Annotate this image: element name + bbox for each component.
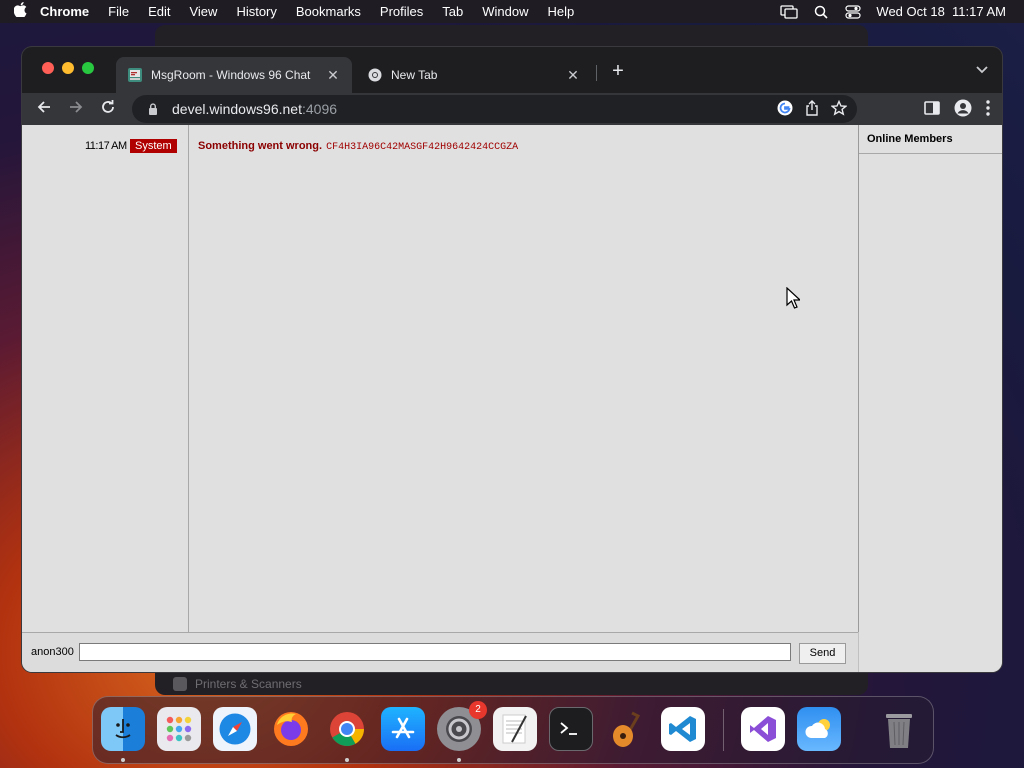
firefox-icon[interactable] [269,707,313,751]
message-author-badge[interactable]: System [130,139,177,153]
garageband-icon[interactable] [605,707,649,751]
tab-close-icon[interactable]: ✕ [566,67,580,84]
tab-new-tab[interactable]: New Tab ✕ [356,57,592,93]
chrome-app-icon[interactable] [325,707,369,751]
chat-gutter-divider [188,125,189,632]
reload-icon[interactable] [98,99,118,119]
chat-log[interactable]: 11:17 AM System Something went wrong. CF4… [22,125,859,632]
menubar-clock[interactable]: Wed Oct 18 11:17 AM [876,4,1006,19]
menu-help[interactable]: Help [548,4,575,19]
message-timestamp: 11:17 AM [85,140,127,152]
menu-edit[interactable]: Edit [148,4,170,19]
finder-running-dot [121,758,125,762]
menu-file[interactable]: File [108,4,129,19]
background-window-bottom: Printers & Scanners [155,673,868,695]
settings-running-dot [457,758,461,762]
minimize-window-button[interactable] [62,62,74,74]
tab-divider [596,65,597,81]
back-arrow-icon[interactable] [34,99,54,119]
tab-title: MsgRoom - Windows 96 Chat [151,68,311,82]
tab-strip: MsgRoom - Windows 96 Chat ✕ New Tab ✕ + [22,47,1002,93]
menu-view[interactable]: View [189,4,217,19]
tab-msgroom[interactable]: MsgRoom - Windows 96 Chat ✕ [116,57,352,93]
url-host: devel.windows96.net [172,101,302,117]
online-members-heading: Online Members [859,125,1002,154]
message-input[interactable] [79,643,791,661]
menu-profiles[interactable]: Profiles [380,4,423,19]
printer-icon [173,677,187,691]
menu-bar: Chrome File Edit View History Bookmarks … [0,0,1024,23]
menu-tab[interactable]: Tab [442,4,463,19]
trash-icon[interactable] [877,707,921,751]
message-text: Something went wrong. [198,140,323,152]
screen-mirroring-icon[interactable] [780,4,799,19]
close-window-button[interactable] [42,62,54,74]
dock: 2 [92,696,934,764]
spotlight-search-icon[interactable] [812,5,830,19]
app-store-icon[interactable] [381,707,425,751]
textedit-icon[interactable] [493,707,537,751]
address-bar[interactable]: devel.windows96.net :4096 [132,95,857,123]
notification-badge: 2 [469,701,487,719]
launchpad-icon[interactable] [157,707,201,751]
nickname-label[interactable]: anon300 [31,646,74,658]
kebab-menu-icon[interactable] [986,100,990,121]
message-body: Something went wrong. CF4H3IA96C42MASGF42… [198,140,518,153]
menu-window[interactable]: Window [482,4,528,19]
browser-toolbar: devel.windows96.net :4096 [22,93,1002,125]
google-lens-icon[interactable] [777,100,793,119]
chrome-running-dot [345,758,349,762]
vscode-icon[interactable] [661,707,705,751]
url-port: :4096 [301,101,338,117]
forward-arrow-icon[interactable] [66,99,86,119]
terminal-icon[interactable] [549,707,593,751]
tab-close-icon[interactable]: ✕ [326,67,340,84]
bookmark-star-icon[interactable] [830,99,848,119]
control-center-icon[interactable] [844,4,862,19]
chrome-icon [368,68,382,82]
message-error-code: CF4H3IA96C42MASGF42H9642424CCGZA [326,142,519,153]
system-settings-icon[interactable]: 2 [437,701,487,751]
menu-bookmarks[interactable]: Bookmarks [296,4,361,19]
dock-separator [723,709,724,751]
new-tab-plus-icon[interactable]: + [608,61,628,81]
message-input-bar: anon300 Send [22,632,858,672]
lock-icon[interactable] [144,103,162,115]
visual-studio-icon[interactable] [741,707,785,751]
zoom-window-button[interactable] [82,62,94,74]
browser-window: MsgRoom - Windows 96 Chat ✕ New Tab ✕ + [22,47,1002,672]
tab-title: New Tab [391,68,438,82]
msgroom-icon [128,68,142,82]
share-icon[interactable] [805,99,819,119]
apple-menu-icon[interactable] [0,2,40,21]
online-members-panel: Online Members [859,125,1002,672]
finder-icon[interactable] [101,707,145,751]
msgroom-page: 11:17 AM System Something went wrong. CF4… [22,125,1002,672]
weather-icon[interactable] [797,707,841,751]
menu-chrome[interactable]: Chrome [40,4,89,19]
mouse-cursor-icon [786,286,802,314]
tab-search-chevron-icon[interactable] [976,63,988,77]
menu-history[interactable]: History [236,4,276,19]
send-button[interactable]: Send [799,643,846,664]
side-panel-icon[interactable] [924,101,940,120]
background-window-label: Printers & Scanners [195,677,302,691]
safari-icon[interactable] [213,707,257,751]
profile-avatar-icon[interactable] [954,99,972,122]
